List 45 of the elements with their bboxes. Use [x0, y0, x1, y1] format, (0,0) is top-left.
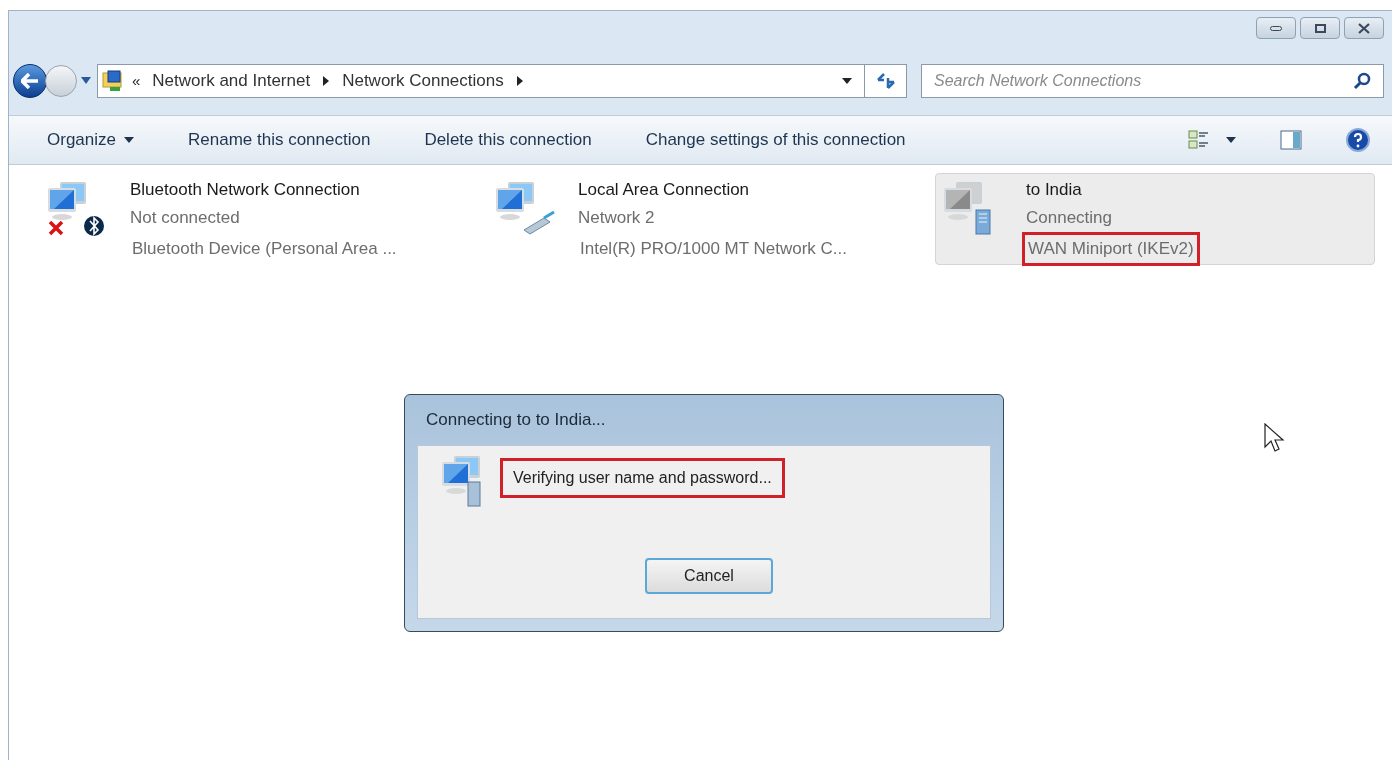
connection-name: to India [1026, 179, 1083, 201]
maximize-button[interactable] [1300, 17, 1340, 39]
minimize-button[interactable] [1256, 17, 1296, 39]
connection-device: WAN Miniport (IKEv2) [1022, 232, 1200, 266]
dialog-title: Connecting to to India... [425, 409, 607, 432]
connection-name: Bluetooth Network Connection [130, 179, 361, 201]
connection-device: Bluetooth Device (Personal Area ... [131, 238, 398, 260]
address-bar[interactable]: « Network and Internet Network Connections [97, 64, 907, 98]
preview-pane-icon[interactable] [1280, 130, 1302, 150]
breadcrumb-item[interactable]: Network Connections [342, 68, 504, 94]
caret-icon [1226, 137, 1236, 143]
breadcrumb-item[interactable]: Network and Internet [152, 68, 311, 94]
back-button[interactable] [13, 64, 47, 98]
connection-status: Connecting [1026, 207, 1113, 229]
breadcrumb-overflow[interactable]: « [132, 69, 141, 93]
history-dropdown-icon[interactable] [81, 77, 91, 85]
connection-item[interactable]: Local Area Connection Network 2 Intel(R) PRO/1000 MT Network C... [487, 173, 927, 265]
toolbar-button[interactable]: Rename this connection [188, 127, 371, 153]
close-icon [1358, 22, 1370, 34]
search-input[interactable]: Search Network Connections [934, 69, 1353, 93]
search-icon[interactable] [1353, 72, 1371, 90]
connection-item[interactable]: to India Connecting WAN Miniport (IKEv2) [935, 173, 1375, 265]
connection-item[interactable]: Bluetooth Network Connection Not connected Bluetooth Device (Personal Area ... [39, 173, 479, 265]
breadcrumb-arrow-icon[interactable] [515, 76, 524, 86]
view-list-icon [1188, 129, 1210, 151]
mouse-cursor-icon [1264, 423, 1286, 453]
cancel-button[interactable]: Cancel [645, 558, 773, 594]
search-field[interactable]: Search Network Connections [921, 64, 1384, 98]
dialog-message: Verifying user name and password... [500, 458, 785, 498]
toolbar-button[interactable]: Change settings of this connection [645, 127, 906, 153]
help-icon[interactable] [1346, 128, 1370, 152]
caret-icon [124, 137, 134, 143]
connection-status: Network 2 [578, 207, 656, 229]
refresh-icon [875, 72, 896, 90]
breadcrumb-arrow-icon[interactable] [322, 76, 331, 86]
network-folder-icon [102, 70, 124, 92]
toolbar-button[interactable]: Organize [47, 127, 134, 153]
back-arrow-icon [21, 73, 39, 89]
dropdown-arrow-icon[interactable] [842, 78, 852, 84]
connection-status: Not connected [130, 207, 241, 229]
connection-name: Local Area Connection [578, 179, 751, 201]
connection-device: Intel(R) PRO/1000 MT Network C... [579, 238, 849, 260]
view-options-button[interactable] [1188, 129, 1236, 151]
close-button[interactable] [1344, 17, 1384, 39]
toolbar-button[interactable]: Delete this connection [424, 127, 592, 153]
